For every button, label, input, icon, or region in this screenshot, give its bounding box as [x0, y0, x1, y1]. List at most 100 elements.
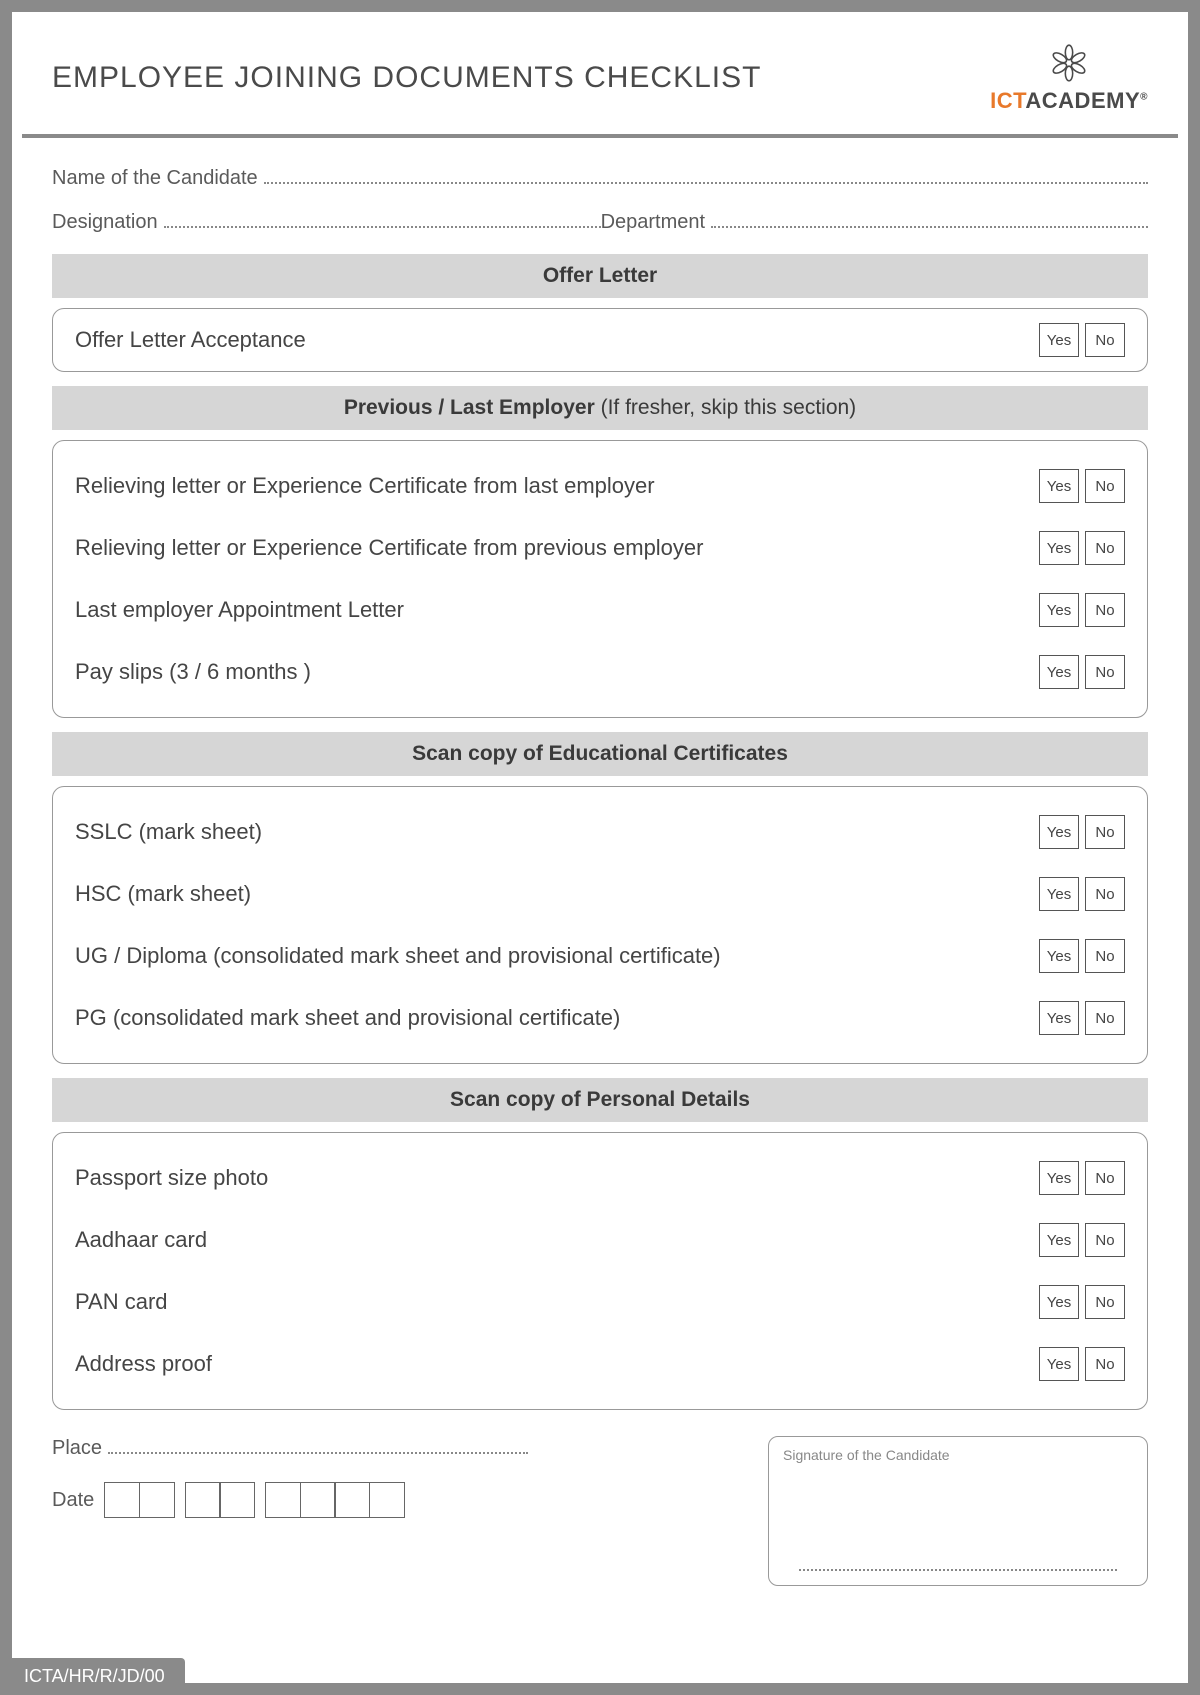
- date-label: Date: [52, 1489, 94, 1512]
- document-code: ICTA/HR/R/JD/00: [0, 1658, 185, 1695]
- no-checkbox[interactable]: No: [1085, 1223, 1125, 1257]
- section-box-personal: Passport size photo Yes No Aadhaar card …: [52, 1132, 1148, 1410]
- checklist-item: SSLC (mark sheet) Yes No: [75, 801, 1125, 863]
- logo: ICTACADEMY®: [990, 42, 1148, 114]
- yes-no-group: Yes No: [1039, 655, 1125, 689]
- checklist-item: Relieving letter or Experience Certifica…: [75, 455, 1125, 517]
- header: EMPLOYEE JOINING DOCUMENTS CHECKLIST ICT…: [12, 12, 1188, 134]
- checklist-item: UG / Diploma (consolidated mark sheet an…: [75, 925, 1125, 987]
- item-label: Last employer Appointment Letter: [75, 597, 404, 623]
- no-checkbox[interactable]: No: [1085, 1347, 1125, 1381]
- section-header-personal: Scan copy of Personal Details: [52, 1078, 1148, 1122]
- item-label: UG / Diploma (consolidated mark sheet an…: [75, 943, 721, 969]
- checklist-item: Address proof Yes No: [75, 1333, 1125, 1395]
- footer-left: Place Date: [52, 1436, 768, 1518]
- yes-checkbox[interactable]: Yes: [1039, 531, 1079, 565]
- no-checkbox[interactable]: No: [1085, 593, 1125, 627]
- department-input[interactable]: [711, 210, 1148, 228]
- place-field: Place: [52, 1436, 728, 1460]
- footer: Place Date: [12, 1410, 1188, 1586]
- signature-box[interactable]: Signature of the Candidate: [768, 1436, 1148, 1586]
- date-box[interactable]: [104, 1482, 140, 1518]
- candidate-name-label: Name of the Candidate: [52, 167, 258, 190]
- yes-checkbox[interactable]: Yes: [1039, 1347, 1079, 1381]
- logo-text: ICTACADEMY®: [990, 88, 1148, 114]
- section-header-offer: Offer Letter: [52, 254, 1148, 298]
- document-page: EMPLOYEE JOINING DOCUMENTS CHECKLIST ICT…: [0, 0, 1200, 1695]
- item-label: PG (consolidated mark sheet and provisio…: [75, 1005, 620, 1031]
- yes-checkbox[interactable]: Yes: [1039, 877, 1079, 911]
- yes-checkbox[interactable]: Yes: [1039, 655, 1079, 689]
- item-label: Address proof: [75, 1351, 212, 1377]
- date-month-boxes: [185, 1482, 256, 1518]
- checklist-item: PAN card Yes No: [75, 1271, 1125, 1333]
- checklist-item: PG (consolidated mark sheet and provisio…: [75, 987, 1125, 1049]
- no-checkbox[interactable]: No: [1085, 655, 1125, 689]
- date-box[interactable]: [300, 1482, 336, 1518]
- yes-checkbox[interactable]: Yes: [1039, 323, 1079, 357]
- checklist-item: Passport size photo Yes No: [75, 1147, 1125, 1209]
- no-checkbox[interactable]: No: [1085, 531, 1125, 565]
- flower-icon: [1048, 42, 1090, 84]
- item-label: HSC (mark sheet): [75, 881, 251, 907]
- yes-checkbox[interactable]: Yes: [1039, 1161, 1079, 1195]
- date-day-boxes: [104, 1482, 175, 1518]
- logo-ict: ICT: [990, 88, 1025, 113]
- item-label: SSLC (mark sheet): [75, 819, 262, 845]
- yes-no-group: Yes No: [1039, 1223, 1125, 1257]
- date-field: Date: [52, 1482, 728, 1518]
- yes-checkbox[interactable]: Yes: [1039, 939, 1079, 973]
- yes-checkbox[interactable]: Yes: [1039, 593, 1079, 627]
- date-box[interactable]: [369, 1482, 405, 1518]
- item-label: Relieving letter or Experience Certifica…: [75, 535, 703, 561]
- signature-line: [799, 1569, 1117, 1571]
- designation-input[interactable]: [164, 210, 601, 228]
- no-checkbox[interactable]: No: [1085, 323, 1125, 357]
- date-box[interactable]: [139, 1482, 175, 1518]
- date-box[interactable]: [334, 1482, 370, 1518]
- date-box[interactable]: [265, 1482, 301, 1518]
- checklist-item: HSC (mark sheet) Yes No: [75, 863, 1125, 925]
- yes-no-group: Yes No: [1039, 469, 1125, 503]
- no-checkbox[interactable]: No: [1085, 815, 1125, 849]
- checklist-item: Aadhaar card Yes No: [75, 1209, 1125, 1271]
- item-label: Passport size photo: [75, 1165, 268, 1191]
- no-checkbox[interactable]: No: [1085, 1285, 1125, 1319]
- yes-checkbox[interactable]: Yes: [1039, 1285, 1079, 1319]
- place-label: Place: [52, 1437, 102, 1460]
- yes-no-group: Yes No: [1039, 593, 1125, 627]
- section-box-education: SSLC (mark sheet) Yes No HSC (mark sheet…: [52, 786, 1148, 1064]
- no-checkbox[interactable]: No: [1085, 1161, 1125, 1195]
- no-checkbox[interactable]: No: [1085, 469, 1125, 503]
- page-title: EMPLOYEE JOINING DOCUMENTS CHECKLIST: [52, 61, 761, 95]
- section-box-previous: Relieving letter or Experience Certifica…: [52, 440, 1148, 718]
- yes-checkbox[interactable]: Yes: [1039, 815, 1079, 849]
- yes-no-group: Yes No: [1039, 815, 1125, 849]
- item-label: Relieving letter or Experience Certifica…: [75, 473, 655, 499]
- yes-checkbox[interactable]: Yes: [1039, 469, 1079, 503]
- date-year-boxes: [265, 1482, 405, 1518]
- yes-no-group: Yes No: [1039, 877, 1125, 911]
- yes-no-group: Yes No: [1039, 323, 1125, 357]
- no-checkbox[interactable]: No: [1085, 1001, 1125, 1035]
- candidate-name-field: Name of the Candidate: [52, 166, 1148, 190]
- signature-label: Signature of the Candidate: [783, 1447, 1133, 1463]
- place-input[interactable]: [108, 1436, 528, 1454]
- yes-no-group: Yes No: [1039, 1161, 1125, 1195]
- checklist-item: Pay slips (3 / 6 months ) Yes No: [75, 641, 1125, 703]
- date-box[interactable]: [219, 1482, 255, 1518]
- yes-checkbox[interactable]: Yes: [1039, 1223, 1079, 1257]
- designation-label: Designation: [52, 211, 158, 234]
- date-box[interactable]: [185, 1482, 221, 1518]
- item-label: Aadhaar card: [75, 1227, 207, 1253]
- logo-academy: ACADEMY: [1025, 88, 1140, 113]
- no-checkbox[interactable]: No: [1085, 877, 1125, 911]
- yes-no-group: Yes No: [1039, 1285, 1125, 1319]
- yes-checkbox[interactable]: Yes: [1039, 1001, 1079, 1035]
- item-label: Offer Letter Acceptance: [75, 327, 306, 353]
- checklist-item: Last employer Appointment Letter Yes No: [75, 579, 1125, 641]
- candidate-name-input[interactable]: [264, 166, 1148, 184]
- designation-department-row: Designation Department: [52, 210, 1148, 234]
- checklist-item: Relieving letter or Experience Certifica…: [75, 517, 1125, 579]
- no-checkbox[interactable]: No: [1085, 939, 1125, 973]
